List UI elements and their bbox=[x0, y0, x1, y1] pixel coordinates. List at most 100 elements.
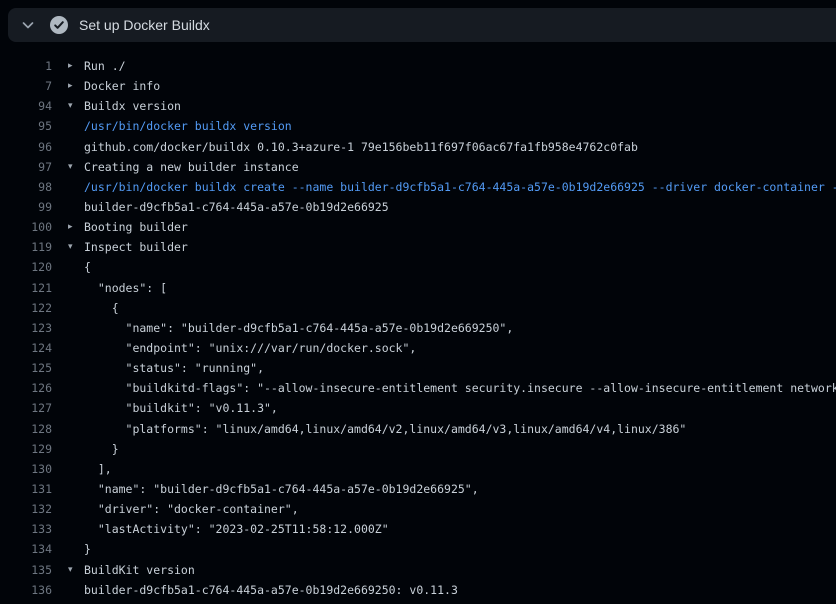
line-body: { bbox=[52, 298, 119, 318]
indent-spacer bbox=[68, 499, 84, 519]
log-line-94[interactable]: 94 ▾Buildx version bbox=[0, 96, 836, 116]
line-number[interactable]: 94 bbox=[0, 96, 52, 116]
line-number[interactable]: 125 bbox=[0, 358, 52, 378]
log-line-126: 126 "buildkitd-flags": "--allow-insecure… bbox=[0, 378, 836, 398]
indent-spacer bbox=[68, 358, 84, 378]
line-number[interactable]: 99 bbox=[0, 197, 52, 217]
line-number[interactable]: 96 bbox=[0, 137, 52, 157]
triangle-right-icon[interactable]: ▸ bbox=[68, 76, 84, 96]
output-text: "name": "builder-d9cfb5a1-c764-445a-a57e… bbox=[84, 318, 513, 338]
log-line-123: 123 "name": "builder-d9cfb5a1-c764-445a-… bbox=[0, 318, 836, 338]
line-number[interactable]: 128 bbox=[0, 419, 52, 439]
line-number[interactable]: 121 bbox=[0, 278, 52, 298]
indent-spacer bbox=[68, 378, 84, 398]
line-number[interactable]: 131 bbox=[0, 479, 52, 499]
line-number[interactable]: 136 bbox=[0, 580, 52, 600]
check-circle-icon bbox=[50, 16, 68, 34]
log-line-95: 95/usr/bin/docker buildx version bbox=[0, 116, 836, 136]
indent-spacer bbox=[68, 580, 84, 600]
line-body: /usr/bin/docker buildx create --name bui… bbox=[52, 177, 836, 197]
indent-spacer bbox=[68, 459, 84, 479]
actions-log-viewer: Set up Docker Buildx 1▸Run ./7▸Docker in… bbox=[0, 0, 836, 604]
indent-spacer bbox=[68, 177, 84, 197]
line-number[interactable]: 120 bbox=[0, 257, 52, 277]
log-line-100[interactable]: 100▸Booting builder bbox=[0, 217, 836, 237]
line-number[interactable]: 127 bbox=[0, 398, 52, 418]
line-body: "lastActivity": "2023-02-25T11:58:12.000… bbox=[52, 519, 389, 539]
line-body: builder-d9cfb5a1-c764-445a-a57e-0b19d2e6… bbox=[52, 197, 389, 217]
group-title: Booting builder bbox=[84, 217, 188, 237]
line-number[interactable]: 100 bbox=[0, 217, 52, 237]
step-header[interactable]: Set up Docker Buildx bbox=[8, 8, 836, 42]
log-line-7[interactable]: 7▸Docker info bbox=[0, 76, 836, 96]
indent-spacer bbox=[68, 479, 84, 499]
line-number[interactable]: 7 bbox=[0, 76, 52, 96]
log-line-132: 132 "driver": "docker-container", bbox=[0, 499, 836, 519]
line-number[interactable]: 1 bbox=[0, 56, 52, 76]
indent-spacer bbox=[68, 278, 84, 298]
log-line-1[interactable]: 1▸Run ./ bbox=[0, 56, 836, 76]
output-text: "buildkitd-flags": "--allow-insecure-ent… bbox=[84, 378, 836, 398]
indent-spacer bbox=[68, 116, 84, 136]
output-text: "endpoint": "unix:///var/run/docker.sock… bbox=[84, 338, 416, 358]
line-body: ▸Run ./ bbox=[52, 56, 126, 76]
indent-spacer bbox=[68, 439, 84, 459]
chevron-down-icon[interactable] bbox=[20, 17, 36, 33]
indent-spacer bbox=[68, 419, 84, 439]
group-title: Buildx version bbox=[84, 96, 181, 116]
line-number[interactable]: 133 bbox=[0, 519, 52, 539]
line-number[interactable]: 134 bbox=[0, 539, 52, 559]
triangle-down-icon[interactable]: ▾ bbox=[68, 96, 84, 116]
output-text: { bbox=[84, 257, 91, 277]
triangle-down-icon[interactable]: ▾ bbox=[68, 237, 84, 257]
log-line-119[interactable]: 119▾Inspect builder bbox=[0, 237, 836, 257]
line-number[interactable]: 97 bbox=[0, 157, 52, 177]
line-body: ▾BuildKit version bbox=[52, 560, 195, 580]
line-number[interactable]: 122 bbox=[0, 298, 52, 318]
triangle-down-icon[interactable]: ▾ bbox=[68, 157, 84, 177]
line-body: ], bbox=[52, 459, 112, 479]
line-body: "platforms": "linux/amd64,linux/amd64/v2… bbox=[52, 419, 686, 439]
line-number[interactable]: 126 bbox=[0, 378, 52, 398]
line-number[interactable]: 124 bbox=[0, 338, 52, 358]
line-number[interactable]: 95 bbox=[0, 116, 52, 136]
log-line-97[interactable]: 97▾Creating a new builder instance bbox=[0, 157, 836, 177]
line-number[interactable]: 132 bbox=[0, 499, 52, 519]
line-number[interactable]: 98 bbox=[0, 177, 52, 197]
line-number[interactable]: 135 bbox=[0, 560, 52, 580]
line-body: "name": "builder-d9cfb5a1-c764-445a-a57e… bbox=[52, 479, 479, 499]
log-line-135[interactable]: 135▾BuildKit version bbox=[0, 560, 836, 580]
triangle-down-icon[interactable]: ▾ bbox=[68, 560, 84, 580]
indent-spacer bbox=[68, 298, 84, 318]
output-text: "lastActivity": "2023-02-25T11:58:12.000… bbox=[84, 519, 389, 539]
group-title: Creating a new builder instance bbox=[84, 157, 299, 177]
line-number[interactable]: 119 bbox=[0, 237, 52, 257]
line-number[interactable]: 129 bbox=[0, 439, 52, 459]
log-line-128: 128 "platforms": "linux/amd64,linux/amd6… bbox=[0, 419, 836, 439]
output-text: "name": "builder-d9cfb5a1-c764-445a-a57e… bbox=[84, 479, 479, 499]
line-body: ▸Booting builder bbox=[52, 217, 188, 237]
line-number[interactable]: 123 bbox=[0, 318, 52, 338]
command-text: /usr/bin/docker buildx version bbox=[84, 116, 292, 136]
line-body: } bbox=[52, 539, 91, 559]
indent-spacer bbox=[68, 257, 84, 277]
line-body: ▾Creating a new builder instance bbox=[52, 157, 299, 177]
triangle-right-icon[interactable]: ▸ bbox=[68, 56, 84, 76]
log-line-133: 133 "lastActivity": "2023-02-25T11:58:12… bbox=[0, 519, 836, 539]
output-text: } bbox=[84, 439, 119, 459]
output-text: { bbox=[84, 298, 119, 318]
log-output[interactable]: 1▸Run ./7▸Docker info94▾Buildx version95… bbox=[0, 56, 836, 600]
group-title: BuildKit version bbox=[84, 560, 195, 580]
line-body: "status": "running", bbox=[52, 358, 264, 378]
log-line-131: 131 "name": "builder-d9cfb5a1-c764-445a-… bbox=[0, 479, 836, 499]
step-title: Set up Docker Buildx bbox=[79, 17, 210, 33]
line-number[interactable]: 130 bbox=[0, 459, 52, 479]
output-text: ], bbox=[84, 459, 112, 479]
output-text: github.com/docker/buildx 0.10.3+azure-1 … bbox=[84, 137, 638, 157]
output-text: builder-d9cfb5a1-c764-445a-a57e-0b19d2e6… bbox=[84, 580, 458, 600]
log-line-122: 122 { bbox=[0, 298, 836, 318]
output-text: "buildkit": "v0.11.3", bbox=[84, 398, 278, 418]
line-body: github.com/docker/buildx 0.10.3+azure-1 … bbox=[52, 137, 638, 157]
triangle-right-icon[interactable]: ▸ bbox=[68, 217, 84, 237]
line-body: "buildkitd-flags": "--allow-insecure-ent… bbox=[52, 378, 836, 398]
